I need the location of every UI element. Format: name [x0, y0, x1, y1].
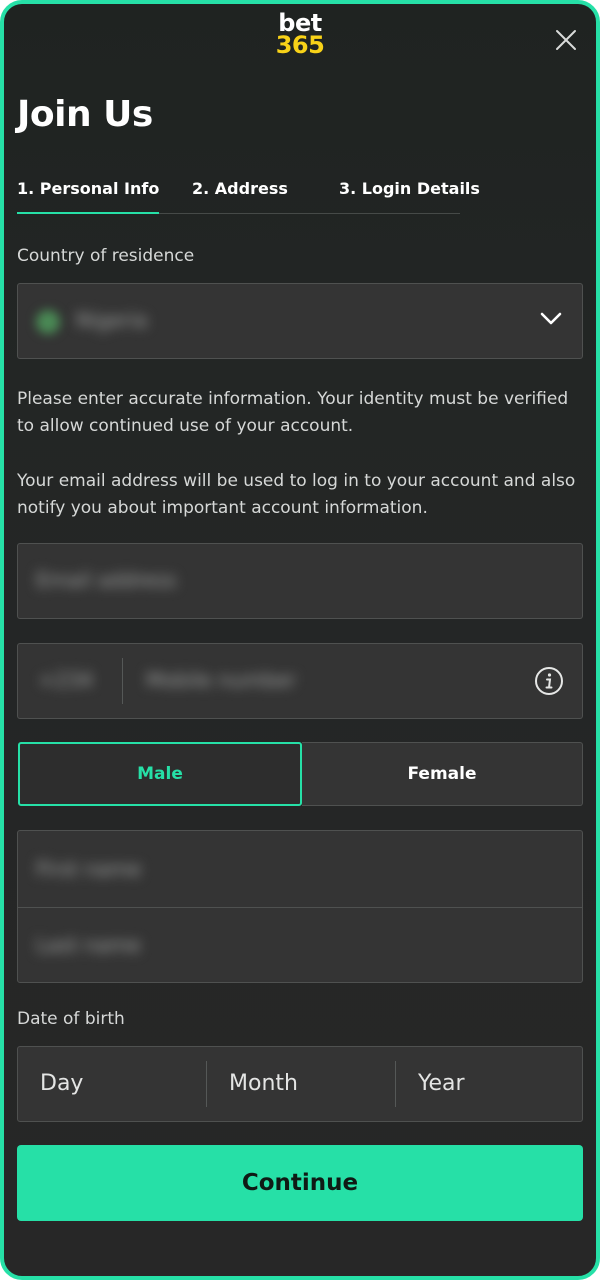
- country-value: Nigeria: [76, 308, 148, 332]
- name-fields: First name Last name: [17, 830, 583, 983]
- flag-icon: [36, 310, 60, 334]
- first-name-input[interactable]: First name: [36, 857, 141, 881]
- close-button[interactable]: [550, 24, 582, 56]
- bet365-logo: bet 365: [4, 11, 596, 59]
- tab-login-details[interactable]: 3. Login Details: [339, 169, 480, 213]
- country-select[interactable]: Nigeria: [17, 283, 583, 359]
- name-divider: [18, 907, 582, 908]
- dob-field: Day Month Year: [17, 1046, 583, 1122]
- verification-notice: Please enter accurate information. Your …: [17, 389, 569, 436]
- continue-button[interactable]: Continue: [17, 1145, 583, 1221]
- dob-year-select[interactable]: Year: [418, 1047, 465, 1121]
- email-notice: Your email address will be used to log i…: [17, 471, 576, 518]
- email-placeholder: Email address: [36, 568, 177, 592]
- country-label: Country of residence: [17, 246, 195, 266]
- gender-female-button[interactable]: Female: [302, 742, 583, 806]
- chevron-down-icon: [540, 312, 562, 325]
- mobile-divider: [122, 658, 123, 704]
- dob-divider-1: [206, 1061, 207, 1107]
- country-code[interactable]: +234: [38, 668, 93, 692]
- gender-male-button[interactable]: Male: [18, 742, 302, 806]
- page-title: Join Us: [17, 94, 153, 135]
- dob-month-select[interactable]: Month: [229, 1047, 298, 1121]
- tab-address[interactable]: 2. Address: [192, 169, 288, 213]
- logo-365: 365: [275, 31, 325, 59]
- mobile-field[interactable]: +234 Mobile number: [17, 643, 583, 719]
- mobile-placeholder: Mobile number: [146, 668, 297, 692]
- dob-label: Date of birth: [17, 1009, 125, 1029]
- tab-personal-info[interactable]: 1. Personal Info: [17, 169, 159, 214]
- dob-day-select[interactable]: Day: [40, 1047, 83, 1121]
- step-tabs: 1. Personal Info 2. Address 3. Login Det…: [17, 169, 480, 214]
- registration-modal: bet 365 Join Us 1. Personal Info 2. Addr…: [0, 0, 600, 1280]
- dob-divider-2: [395, 1061, 396, 1107]
- email-field[interactable]: Email address: [17, 543, 583, 619]
- close-icon: [556, 30, 576, 50]
- info-icon[interactable]: [534, 666, 564, 696]
- last-name-input[interactable]: Last name: [36, 933, 141, 957]
